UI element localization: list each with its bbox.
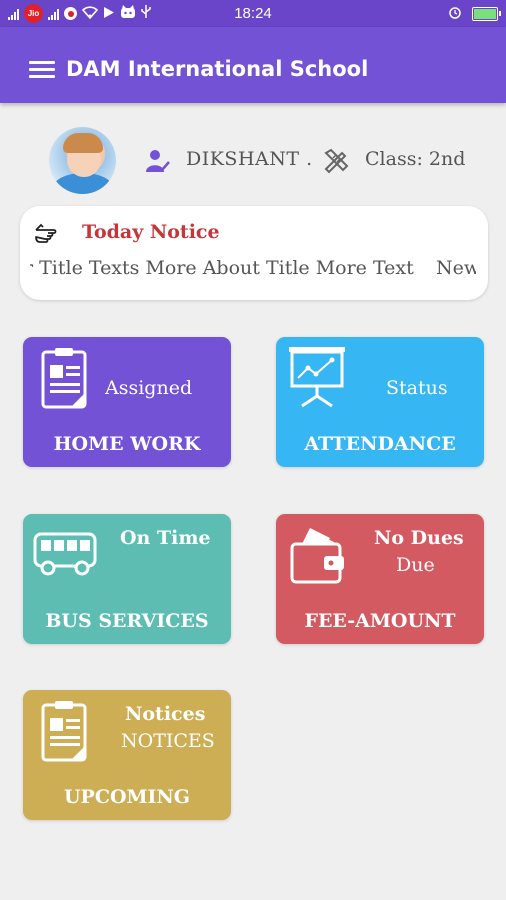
notice-ticker: r Title Texts More About Title More Text… <box>30 257 476 285</box>
battery-icon <box>472 6 501 21</box>
notice-title: Today Notice <box>82 221 220 243</box>
clipboard-icon <box>41 347 87 413</box>
notice-ticker-text: r Title Texts More About Title More Text <box>30 257 414 279</box>
homework-status: Assigned <box>105 377 193 399</box>
homework-tile[interactable]: Assigned HOME WORK <box>23 337 231 467</box>
pointing-hand-icon <box>34 220 66 246</box>
bus-services-label: BUS SERVICES <box>45 610 209 632</box>
fee-status: No Dues <box>374 527 464 549</box>
attendance-label: ATTENDANCE <box>304 433 456 455</box>
upcoming-tile[interactable]: Notices NOTICES UPCOMING <box>23 690 231 820</box>
app-bar: DAM International School <box>0 27 506 103</box>
upcoming-status: Notices <box>125 703 206 725</box>
homework-label: HOME WORK <box>53 433 201 455</box>
student-avatar <box>49 127 116 194</box>
wallet-icon <box>290 522 346 590</box>
status-bar: Jio 18:24 <box>0 0 506 27</box>
bus-status: On Time <box>120 527 211 549</box>
bus-icon <box>33 532 97 580</box>
student-name: DIKSHANT . <box>186 148 313 170</box>
pencil-ruler-icon <box>323 148 349 174</box>
user-check-icon <box>144 148 170 174</box>
clock: 18:24 <box>234 5 272 22</box>
attendance-tile[interactable]: Status ATTENDANCE <box>276 337 484 467</box>
alarm-icon <box>448 5 462 22</box>
presentation-chart-icon <box>288 346 346 412</box>
hamburger-menu-icon[interactable] <box>29 61 55 79</box>
upcoming-label: UPCOMING <box>63 786 191 808</box>
app-title: DAM International School <box>66 57 369 81</box>
clipboard-icon <box>41 700 87 766</box>
today-notice-card[interactable]: Today Notice r Title Texts More About Ti… <box>20 206 488 300</box>
bus-services-tile[interactable]: On Time BUS SERVICES <box>23 514 231 644</box>
fee-substatus: Due <box>396 554 435 576</box>
fee-amount-label: FEE-AMOUNT <box>304 610 456 632</box>
notice-ticker-next: New <box>436 257 476 279</box>
attendance-status: Status <box>386 377 448 399</box>
class-label: Class: 2nd <box>365 148 466 170</box>
fee-amount-tile[interactable]: No Dues Due FEE-AMOUNT <box>276 514 484 644</box>
upcoming-substatus: NOTICES <box>121 730 215 752</box>
status-right-icons <box>448 5 501 22</box>
